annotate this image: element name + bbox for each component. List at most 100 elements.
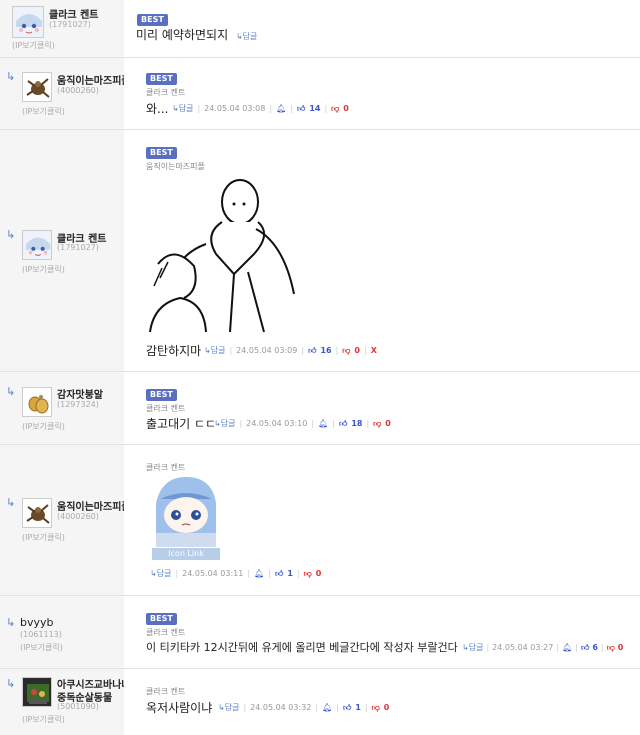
comment-body: BEST 움직이는마즈피플 감탄하지마 ↳답글 | 24.05.04 03:09… xyxy=(124,130,640,371)
comment-user-id: (1791027) xyxy=(49,20,91,29)
icon-link-label[interactable]: Icon Link xyxy=(152,548,220,560)
avatar[interactable] xyxy=(22,677,52,707)
ip-view-link[interactable]: (IP보기클릭) xyxy=(22,532,65,543)
comment-nickname[interactable]: 움직이는마즈피플 xyxy=(57,72,131,87)
comment-nickname[interactable]: bvyyb xyxy=(20,616,54,629)
bell-icon[interactable]: 🔔︎ xyxy=(276,104,286,113)
comment-text: 미리 예약하면되지 ↳답글 xyxy=(136,28,258,42)
reply-link[interactable]: ↳답글 xyxy=(236,32,257,41)
upvote-count: 14 xyxy=(309,104,321,113)
avatar[interactable] xyxy=(22,387,52,417)
comment-author-panel: ↳ 아쿠시즈교바나나 중독순살동물 (5001090) (IP보기클릭) xyxy=(0,669,131,735)
reply-arrow-icon: ↳ xyxy=(6,616,16,629)
comment-author-panel: ↳ 감자맛붕알 (1297324) (IP보기클릭) xyxy=(0,372,124,444)
comment-text: 감탄하지마 xyxy=(146,344,202,358)
ip-view-link[interactable]: (IP보기클릭) xyxy=(22,106,65,117)
comment-author-panel: ↳ 움직이는마즈피플 (4000260) (IP보기클릭) xyxy=(0,445,131,595)
comment-date: 24.05.04 03:11 xyxy=(182,569,244,578)
reply-link[interactable]: ↳답글 xyxy=(218,702,239,713)
comment-nickname[interactable]: 감자맛붕알 xyxy=(57,386,103,401)
reply-arrow-icon: ↳ xyxy=(6,677,16,690)
thumbs-up-icon[interactable]: 👍︎ xyxy=(339,419,347,429)
upvote-count: 1 xyxy=(287,569,293,578)
ip-view-link[interactable]: (IP보기클릭) xyxy=(20,642,63,653)
comment-row: ↳ 클라크 켄트 (1791027) (IP보기클릭) BEST 움직이는마즈피… xyxy=(0,130,640,372)
reply-link[interactable]: ↳답글 xyxy=(150,568,171,579)
thumbs-down-icon[interactable]: 👎︎ xyxy=(372,703,380,713)
comment-body: BEST 미리 예약하면되지 ↳답글 xyxy=(124,0,640,57)
comment-author-panel: ↳ 움직이는마즈피플 (4000260) (IP보기클릭) xyxy=(0,58,131,129)
comment-date: 24.05.04 03:27 xyxy=(492,643,554,652)
downvote-count: 0 xyxy=(354,346,360,355)
downvote-count: 0 xyxy=(617,643,624,652)
comment-row: 클라크 켄트 (1791027) (IP보기클릭) BEST 미리 예약하면되지… xyxy=(0,0,640,58)
reply-link[interactable]: ↳답글 xyxy=(172,103,193,114)
comment-user-id: (1791027) xyxy=(57,243,99,252)
comment-nickname[interactable]: 클라크 켄트 xyxy=(49,6,98,21)
reply-link[interactable]: ↳답글 xyxy=(214,418,235,429)
ip-view-link[interactable]: (IP보기클릭) xyxy=(12,40,55,51)
downvote-count: 0 xyxy=(383,703,390,712)
comment-row: ↳ 움직이는마즈피플 (4000260) (IP보기클릭) 클라크 켄트 Ico… xyxy=(0,445,640,596)
avatar[interactable] xyxy=(22,72,52,102)
thumbs-up-icon[interactable]: 👍︎ xyxy=(275,569,283,579)
comment-date: 24.05.04 03:08 xyxy=(204,104,266,113)
reply-arrow-icon: ↳ xyxy=(6,70,16,83)
downvote-count: 0 xyxy=(315,569,322,578)
bell-icon[interactable]: 🔔︎ xyxy=(322,703,332,712)
ip-view-link[interactable]: (IP보기클릭) xyxy=(22,714,65,725)
ip-view-link[interactable]: (IP보기클릭) xyxy=(22,264,65,275)
comment-row: ↳ bvyyb (1061113) (IP보기클릭) BEST 클라크 켄트 이… xyxy=(0,596,640,669)
downvote-count: 0 xyxy=(343,104,349,113)
thumbs-down-icon[interactable]: 👎︎ xyxy=(304,569,312,579)
reply-arrow-icon: ↳ xyxy=(6,228,16,241)
best-badge: BEST xyxy=(146,389,177,401)
thumbs-up-icon[interactable]: 👍︎ xyxy=(308,346,316,356)
bell-icon[interactable]: 🔔︎ xyxy=(318,419,328,428)
upvote-count: 1 xyxy=(355,703,361,712)
comment-meta: ↳답글 | 24.05.04 03:08 | 🔔︎ | 👍︎ 14 | 👎︎ 0 xyxy=(172,103,349,114)
ip-view-link[interactable]: (IP보기클릭) xyxy=(22,421,65,432)
thumbs-up-icon[interactable]: 👍︎ xyxy=(343,703,351,713)
bell-icon[interactable]: 🔔︎ xyxy=(254,569,264,578)
avatar[interactable] xyxy=(12,6,44,38)
reply-link[interactable]: ↳답글 xyxy=(462,642,483,653)
thumbs-down-icon[interactable]: 👎︎ xyxy=(373,419,381,429)
avatar[interactable] xyxy=(22,230,52,260)
mention-target: 움직이는마즈피플 xyxy=(146,162,205,171)
comment-meta: ↳답글 | 24.05.04 03:10 | 🔔︎ | 👍︎ 18 | 👎︎ 0 xyxy=(214,418,391,429)
best-badge: BEST xyxy=(137,14,168,26)
comment-row: ↳ 감자맛붕알 (1297324) (IP보기클릭) BEST 클라크 켄트 출… xyxy=(0,372,640,445)
upvote-count: 16 xyxy=(320,346,332,355)
comment-text: 이 티키타카 12시간뒤에 유게에 올리면 베글간다에 작성자 부랄건다 xyxy=(146,641,458,654)
comment-date: 24.05.04 03:10 xyxy=(246,419,308,428)
comment-body: BEST 클라크 켄트 와... ↳답글 | 24.05.04 03:08 | … xyxy=(124,58,640,129)
comment-user-id: (4000260) xyxy=(57,512,99,521)
bell-icon[interactable]: 🔔︎ xyxy=(562,643,572,652)
comment-user-id: (1061113) xyxy=(20,630,62,639)
comment-meta: ↳답글 | 24.05.04 03:09 | 👍︎ 16 | 👎︎ 0 | X xyxy=(204,345,377,356)
upvote-count: 18 xyxy=(351,419,363,428)
comment-sticker-image[interactable] xyxy=(152,473,220,547)
comment-author-panel: ↳ bvyyb (1061113) (IP보기클릭) xyxy=(0,596,124,668)
comment-user-id: (1297324) xyxy=(57,400,99,409)
mention-target: 클라크 켄트 xyxy=(146,88,186,97)
downvote-count: 0 xyxy=(385,419,391,428)
thumbs-down-icon[interactable]: 👎︎ xyxy=(607,643,615,653)
delete-x-button[interactable]: X xyxy=(371,346,377,355)
comment-row: ↳ 아쿠시즈교바나나 중독순살동물 (5001090) (IP보기클릭) 클라크… xyxy=(0,669,640,735)
comment-nickname[interactable]: 움직이는마즈피플 xyxy=(57,498,131,513)
comment-meta: ↳답글 | 24.05.04 03:27 | 🔔︎ | 👍︎ 6 | 👎︎ 0 xyxy=(462,642,624,653)
best-badge: BEST xyxy=(146,147,177,159)
thumbs-down-icon[interactable]: 👎︎ xyxy=(331,104,339,114)
comment-image[interactable] xyxy=(144,174,312,334)
thumbs-up-icon[interactable]: 👍︎ xyxy=(297,104,305,114)
avatar[interactable] xyxy=(22,498,52,528)
reply-link[interactable]: ↳답글 xyxy=(204,345,225,356)
mention-target: 클라크 켄트 xyxy=(146,463,186,472)
thumbs-down-icon[interactable]: 👎︎ xyxy=(342,346,350,356)
comment-date: 24.05.04 03:32 xyxy=(250,703,312,712)
upvote-count: 6 xyxy=(592,643,598,652)
thumbs-up-icon[interactable]: 👍︎ xyxy=(581,643,589,653)
comment-date: 24.05.04 03:09 xyxy=(236,346,298,355)
